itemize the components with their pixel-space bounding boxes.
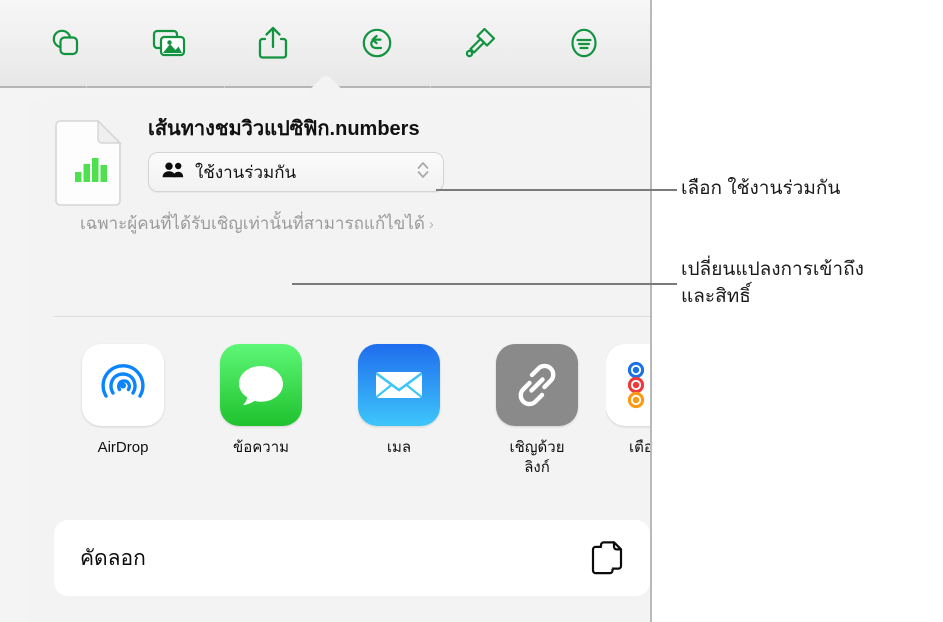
popover-tail (296, 72, 356, 98)
two-people-icon (161, 161, 185, 184)
share-app-label: AirDrop (97, 439, 149, 456)
copy-documents-icon (590, 537, 624, 580)
more-menu-button[interactable] (553, 13, 615, 73)
copy-action-row[interactable]: คัดลอก (54, 520, 650, 596)
share-app-airdrop[interactable]: AirDrop (54, 344, 192, 458)
app-window: เส้นทางชมวิวแปซิฟิก.numbers ใช้งานร่วมกั… (0, 0, 652, 622)
more-menu-icon (565, 24, 603, 62)
format-button[interactable] (449, 13, 511, 73)
callout-change-access: เปลี่ยนแปลงการเข้าถึง และสิทธิ์ (681, 259, 864, 307)
callout-leader-line-2 (292, 283, 677, 285)
chevron-right-icon: › (428, 216, 434, 233)
share-app-mail[interactable]: เมล (330, 344, 468, 458)
toolbar-divider (224, 86, 225, 88)
messages-icon (220, 344, 302, 426)
share-sheet-header: เส้นทางชมวิวแปซิฟิก.numbers ใช้งานร่วมกั… (26, 96, 650, 206)
airdrop-icon (82, 344, 164, 426)
share-app-invite-with-link[interactable]: เชิญด้วย ลิงก์ (468, 344, 606, 478)
numbers-document-icon (54, 119, 122, 206)
sheet-divider (54, 316, 650, 317)
share-app-reminders[interactable]: เตือ (606, 344, 650, 458)
permission-row[interactable]: เฉพาะผู้คนที่ได้รับเชิญเท่านั้นที่สามารถ… (26, 204, 650, 282)
share-app-messages[interactable]: ข้อความ (192, 344, 330, 458)
insert-shape-button[interactable] (35, 13, 97, 73)
format-brush-icon (460, 23, 500, 63)
permission-text: เฉพาะผู้คนที่ได้รับเชิญเท่านั้นที่สามารถ… (80, 214, 425, 233)
copy-action-label: คัดลอก (80, 546, 146, 570)
share-apps-row: AirDrop ข้อความ เมล เชิญด้วย ลิงก์ เตื (26, 344, 650, 504)
share-app-label: ข้อความ (232, 439, 290, 456)
insert-media-button[interactable] (138, 13, 200, 73)
undo-icon (358, 24, 396, 62)
document-title: เส้นทางชมวิวแปซิฟิก.numbers (148, 118, 420, 140)
share-mode-label: ใช้งานร่วมกัน (195, 162, 297, 182)
chevron-up-down-icon (415, 158, 431, 187)
share-mode-popup-button[interactable]: ใช้งานร่วมกัน (148, 152, 444, 192)
reminders-icon (606, 344, 650, 426)
share-icon (255, 23, 291, 63)
document-info: เส้นทางชมวิวแปซิฟิก.numbers ใช้งานร่วมกั… (148, 114, 630, 192)
undo-button[interactable] (346, 13, 408, 73)
share-app-label: เตือ (629, 439, 650, 456)
share-app-label: เมล (386, 439, 412, 456)
mail-icon (358, 344, 440, 426)
share-sheet: เส้นทางชมวิวแปซิฟิก.numbers ใช้งานร่วมกั… (26, 96, 650, 622)
share-app-label: เชิญด้วย ลิงก์ (509, 439, 565, 476)
insert-media-icon (149, 25, 189, 61)
share-button[interactable] (242, 13, 304, 73)
callout-leader-line-1 (436, 189, 677, 191)
link-icon (496, 344, 578, 426)
toolbar-divider (86, 86, 87, 88)
callout-choose-collaborate: เลือก ใช้งานร่วมกัน (681, 178, 841, 199)
insert-shape-icon (47, 24, 85, 62)
toolbar-divider (430, 86, 431, 88)
